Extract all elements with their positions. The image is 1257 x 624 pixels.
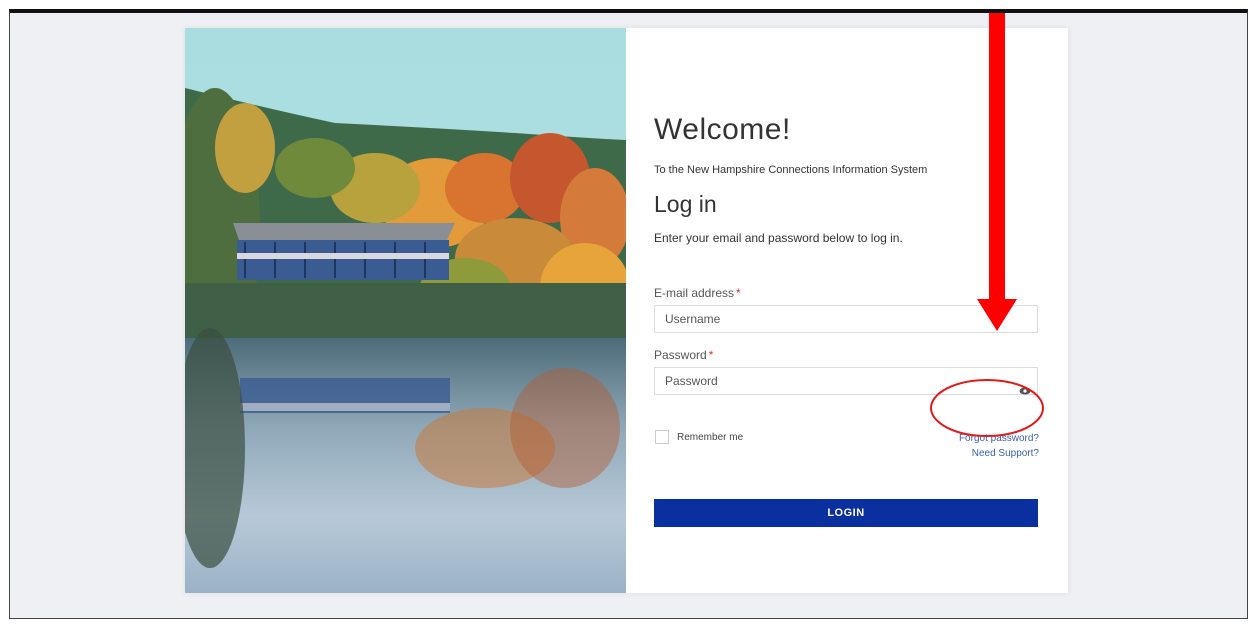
- system-subtitle: To the New Hampshire Connections Informa…: [654, 164, 928, 176]
- required-marker: *: [708, 348, 714, 362]
- login-card: Welcome! To the New Hampshire Connection…: [185, 28, 1068, 593]
- need-support-link[interactable]: Need Support?: [972, 448, 1039, 459]
- down-arrow-annotation: [977, 13, 1017, 331]
- checkbox-box[interactable]: [655, 430, 669, 444]
- circle-annotation: [930, 379, 1044, 437]
- email-label: E-mail address *: [654, 286, 741, 300]
- remember-me-checkbox[interactable]: Remember me: [655, 430, 743, 444]
- remember-me-label: Remember me: [677, 431, 744, 443]
- welcome-heading: Welcome!: [654, 113, 791, 146]
- login-button[interactable]: LOGIN: [654, 499, 1038, 527]
- browser-viewport: Welcome! To the New Hampshire Connection…: [9, 9, 1248, 619]
- password-label: Password *: [654, 348, 713, 362]
- login-heading: Log in: [654, 191, 717, 217]
- covered-bridge-photo: [185, 28, 626, 593]
- login-instructions: Enter your email and password below to l…: [654, 231, 903, 245]
- required-marker: *: [736, 286, 741, 300]
- email-label-text: E-mail address: [654, 286, 735, 300]
- password-label-text: Password: [654, 348, 707, 362]
